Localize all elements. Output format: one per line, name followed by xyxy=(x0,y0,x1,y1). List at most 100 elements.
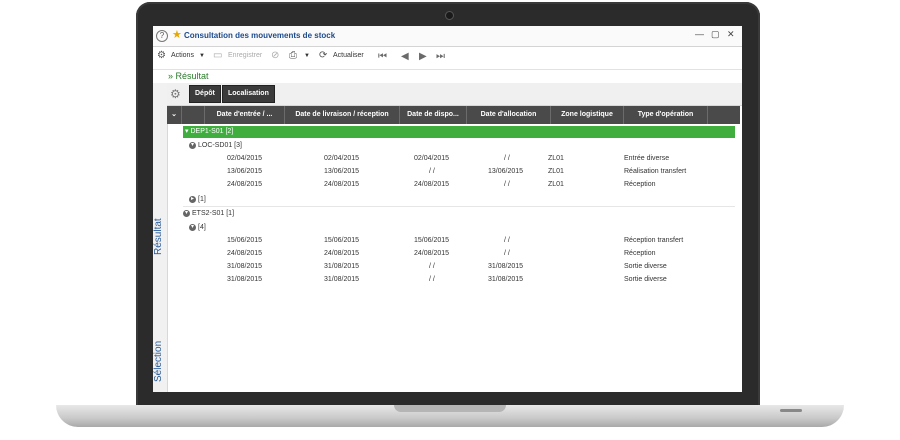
actions-gear-icon[interactable]: ⚙ xyxy=(157,50,166,61)
actions-button[interactable]: Actions xyxy=(171,52,194,59)
base-notch xyxy=(394,405,506,412)
cell: 31/08/2015 xyxy=(488,276,524,283)
cell: / / xyxy=(429,168,435,175)
cell: 13/06/2015 xyxy=(227,168,263,175)
help-icon[interactable]: ? xyxy=(156,30,168,42)
column-date-entree[interactable]: Date d'entrée / ... xyxy=(205,106,285,124)
cell: 31/08/2015 xyxy=(324,263,360,270)
column-date-dispo[interactable]: Date de dispo... xyxy=(400,106,467,124)
cell: ZL01 xyxy=(548,155,564,162)
collapse-icon[interactable]: ▾ xyxy=(185,128,189,135)
refresh-icon[interactable]: ⟳ xyxy=(319,50,327,61)
group-row-location[interactable]: ▸ [1] xyxy=(189,195,206,205)
refresh-button[interactable]: Actualiser xyxy=(333,52,364,59)
grid-settings-icon[interactable]: ⚙ xyxy=(170,87,181,101)
group-label: ETS2-S01 [1] xyxy=(192,210,235,217)
cell: 15/06/2015 xyxy=(414,237,450,244)
previous-page-icon[interactable]: ◀ xyxy=(401,51,409,62)
cell: / / xyxy=(504,237,510,244)
cell: 13/06/2015 xyxy=(488,168,524,175)
expand-icon[interactable]: ▸ xyxy=(189,195,196,203)
last-page-icon[interactable]: ⏭ xyxy=(436,51,445,62)
column-date-livraison[interactable]: Date de livraison / réception xyxy=(285,106,400,124)
group-row-location[interactable]: ▾ LOC-SD01 [3] xyxy=(189,141,242,151)
cell: 24/08/2015 xyxy=(227,181,263,188)
title-bar: ? ★ Consultation des mouvements de stock… xyxy=(153,26,742,47)
cell: 15/06/2015 xyxy=(227,237,263,244)
side-tabs: Résultat Sélection xyxy=(153,83,168,392)
collapse-all-icon[interactable]: ⌄ xyxy=(167,106,182,124)
app-window: ? ★ Consultation des mouvements de stock… xyxy=(153,26,742,392)
cell: 02/04/2015 xyxy=(227,155,263,162)
cell: 31/08/2015 xyxy=(227,276,263,283)
result-section-header[interactable]: » Résultat xyxy=(168,71,209,81)
collapse-icon[interactable]: ▾ xyxy=(183,209,190,217)
favorite-star-icon[interactable]: ★ xyxy=(172,28,182,41)
minimize-icon[interactable]: — xyxy=(695,29,704,39)
cell: 31/08/2015 xyxy=(227,263,263,270)
cell: / / xyxy=(504,250,510,257)
save-button[interactable]: Enregistrer xyxy=(228,52,262,59)
cell: 24/08/2015 xyxy=(227,250,263,257)
cell: 24/08/2015 xyxy=(324,250,360,257)
group-depot-button[interactable]: Dépôt xyxy=(189,85,221,103)
group-row-depot[interactable]: ▾ DEP1-S01 [2] xyxy=(183,126,735,138)
cell: 24/08/2015 xyxy=(414,181,450,188)
cell: / / xyxy=(504,155,510,162)
camera-icon xyxy=(445,11,454,20)
collapse-icon[interactable]: ▾ xyxy=(189,141,196,149)
expand-chevrons-icon: » xyxy=(168,71,174,81)
cell: / / xyxy=(504,181,510,188)
tab-selection[interactable]: Sélection xyxy=(153,331,167,392)
column-type-operation[interactable]: Type d'opération xyxy=(624,106,708,124)
next-page-icon[interactable]: ▶ xyxy=(419,51,427,62)
group-row-location[interactable]: ▾ [4] xyxy=(189,223,206,233)
cell: Entrée diverse xyxy=(624,155,670,162)
cell: Sortie diverse xyxy=(624,263,667,270)
cell: 24/08/2015 xyxy=(324,181,360,188)
cell: / / xyxy=(429,276,435,283)
cell: 31/08/2015 xyxy=(488,263,524,270)
cell: 13/06/2015 xyxy=(324,168,360,175)
cell: Réalisation transfert xyxy=(624,168,687,175)
first-page-icon[interactable]: ⏮ xyxy=(378,51,387,62)
close-icon[interactable]: ✕ xyxy=(727,29,735,40)
cell: ZL01 xyxy=(548,168,564,175)
column-zone-logistique[interactable]: Zone logistique xyxy=(551,106,624,124)
print-icon[interactable]: ⎙ xyxy=(289,50,297,61)
cell: 02/04/2015 xyxy=(414,155,450,162)
group-label: DEP1-S01 [2] xyxy=(190,128,234,135)
cancel-icon[interactable]: ⊘ xyxy=(271,50,279,61)
print-dropdown-icon[interactable]: ▼ xyxy=(304,53,310,59)
cell: Sortie diverse xyxy=(624,276,667,283)
column-date-allocation[interactable]: Date d'allocation xyxy=(467,106,551,124)
actions-dropdown-icon[interactable]: ▼ xyxy=(199,53,205,59)
group-label: [1] xyxy=(198,196,206,203)
group-label: LOC-SD01 [3] xyxy=(198,142,242,149)
tab-result[interactable]: Résultat xyxy=(153,207,167,267)
result-header-label: Résultat xyxy=(175,71,209,81)
base-led xyxy=(780,409,802,412)
result-grid: ▾ DEP1-S01 [2] ▾ LOC-SD01 [3] 02/04/2015 … xyxy=(167,124,740,392)
column-header-row: ⌄ Date d'entrée / ... Date de livraison … xyxy=(167,106,740,124)
maximize-icon[interactable]: ▢ xyxy=(711,29,720,40)
toolbar: ⚙ Actions ▼ ▭ Enregistrer ⊘ ⎙ ▼ ⟳ Actual… xyxy=(153,47,742,70)
cell: 15/06/2015 xyxy=(324,237,360,244)
row-divider xyxy=(183,206,735,207)
group-row-depot[interactable]: ▾ ETS2-S01 [1] xyxy=(183,209,234,219)
cell: 24/08/2015 xyxy=(414,250,450,257)
cell: / / xyxy=(429,263,435,270)
cell: Réception xyxy=(624,181,656,188)
group-label: [4] xyxy=(198,224,206,231)
column-blank xyxy=(182,106,205,124)
grid-grouping-bar: ⚙ Dépôt Localisation xyxy=(167,83,742,106)
cell: ZL01 xyxy=(548,181,564,188)
save-icon: ▭ xyxy=(213,50,223,61)
cell: Réception transfert xyxy=(624,237,684,244)
cell: 31/08/2015 xyxy=(324,276,360,283)
group-localisation-button[interactable]: Localisation xyxy=(222,85,275,103)
collapse-icon[interactable]: ▾ xyxy=(189,223,196,231)
cell: 02/04/2015 xyxy=(324,155,360,162)
cell: Réception xyxy=(624,250,656,257)
window-title: Consultation des mouvements de stock xyxy=(184,31,336,40)
